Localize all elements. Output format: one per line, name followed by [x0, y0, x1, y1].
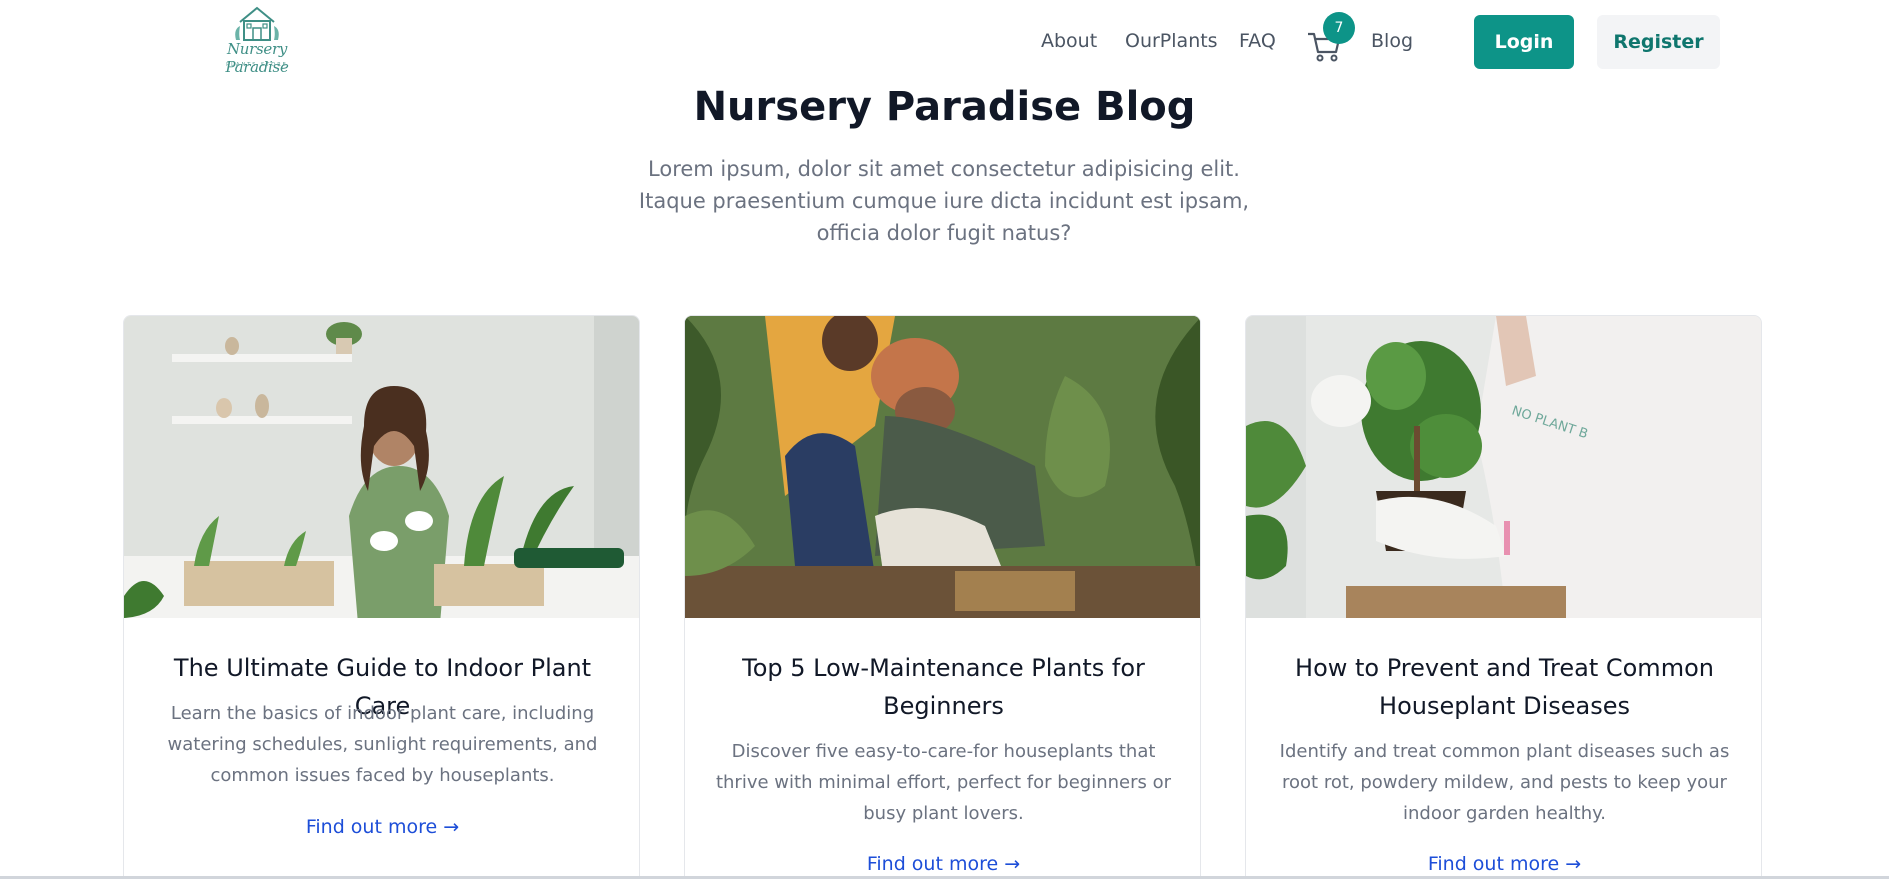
- logo-tagline: PLANTS STORE: [226, 62, 288, 68]
- find-out-more-link[interactable]: Find out more →: [124, 816, 639, 838]
- page-intro: Lorem ipsum, dolor sit amet consectetur …: [638, 157, 1250, 245]
- login-button[interactable]: Login: [1474, 15, 1574, 69]
- cart-count-badge: 7: [1323, 12, 1355, 44]
- house-logo-icon: [235, 6, 279, 41]
- brand-logo[interactable]: Nursery Paradise PLANTS STORE: [196, 4, 318, 76]
- card-description: Identify and treat common plant diseases…: [1279, 741, 1730, 824]
- find-out-more-link[interactable]: Find out more →: [1246, 853, 1761, 875]
- top-navbar: Nursery Paradise PLANTS STORE About OurP…: [0, 0, 1889, 90]
- card-image-low-maintenance-plants[interactable]: [685, 316, 1200, 618]
- card-description: Learn the basics of indoor plant care, i…: [167, 703, 598, 786]
- nav-link-about[interactable]: About: [1041, 30, 1097, 52]
- blog-card: NO PLANT B How to Prevent and Treat Comm…: [1245, 315, 1762, 879]
- nav-link-ourplants[interactable]: OurPlants: [1125, 30, 1218, 52]
- page-title: Nursery Paradise Blog: [693, 84, 1196, 130]
- nav-link-blog[interactable]: Blog: [1371, 30, 1413, 52]
- card-title[interactable]: Top 5 Low-Maintenance Plants for Beginne…: [705, 649, 1182, 725]
- nav-link-faq[interactable]: FAQ: [1239, 30, 1276, 52]
- card-title[interactable]: How to Prevent and Treat Common Housepla…: [1266, 649, 1743, 725]
- logo-wordmark: Nursery Paradise: [225, 40, 289, 76]
- blog-card: Top 5 Low-Maintenance Plants for Beginne…: [684, 315, 1201, 879]
- card-image-indoor-plant-care[interactable]: [124, 316, 639, 618]
- blog-card: The Ultimate Guide to Indoor Plant Care …: [123, 315, 640, 879]
- card-image-houseplant-diseases[interactable]: NO PLANT B: [1246, 316, 1761, 618]
- find-out-more-link[interactable]: Find out more →: [685, 853, 1200, 875]
- card-description: Discover five easy-to-care-for houseplan…: [715, 741, 1172, 824]
- register-button[interactable]: Register: [1597, 15, 1720, 69]
